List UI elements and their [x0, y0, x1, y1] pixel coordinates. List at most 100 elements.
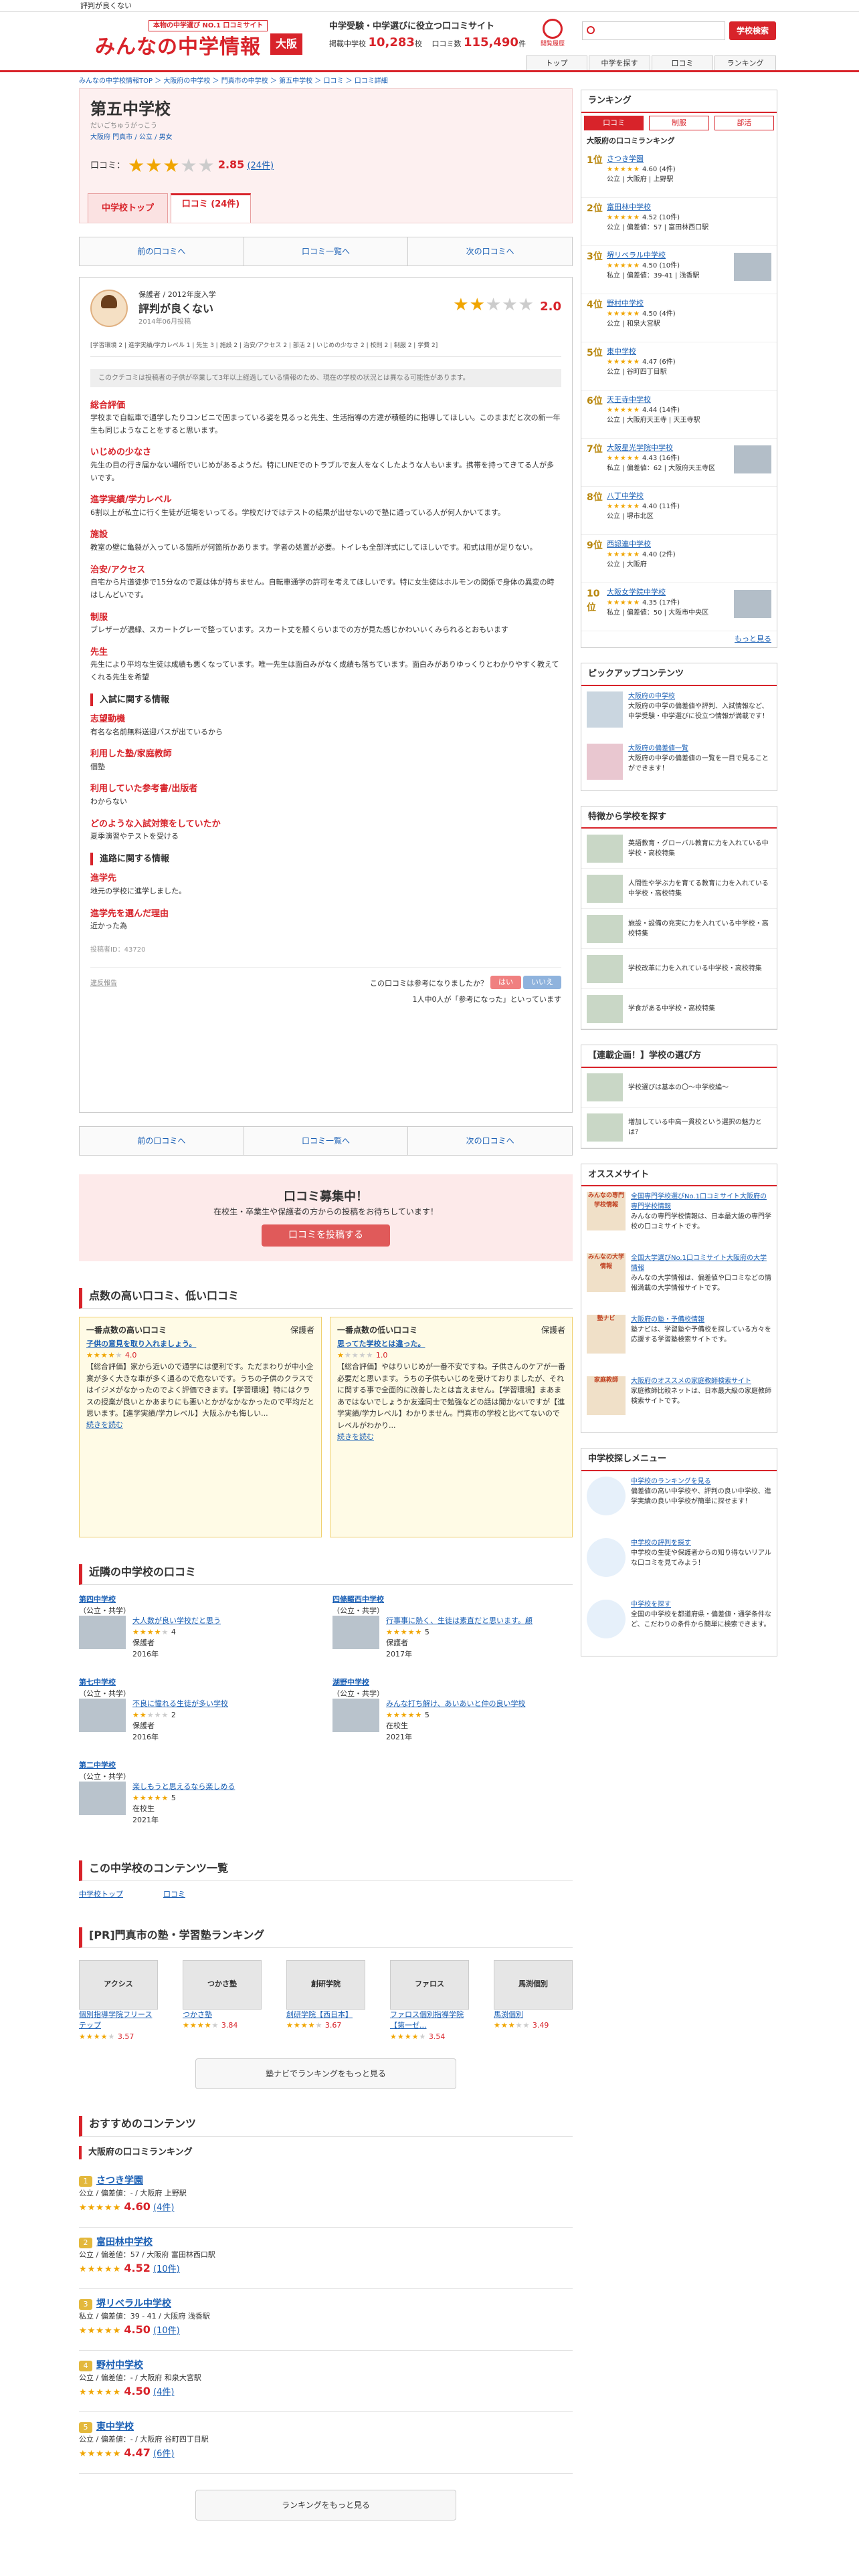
ranking-row: 1 さつき学園 公立 / 偏差値：- / 大阪府 上野駅 ★★★★★ 4.60 (4件…: [79, 2166, 573, 2228]
school-rating: 口コミ： ★★★★★ 2.85 (24件): [90, 154, 274, 177]
school-search-button[interactable]: 学校検索: [729, 21, 776, 40]
tab-ranking-club[interactable]: 部活: [714, 115, 774, 130]
nav-reviews[interactable]: 口コミ: [652, 56, 713, 70]
header-counts: 掲載中学校 10,283校 口コミ数 115,490件: [329, 35, 526, 49]
review-item: 利用した塾/家庭教師 個塾: [90, 749, 172, 771]
history-button[interactable]: 閲覧履歴: [539, 19, 566, 49]
school-photo: [79, 1616, 126, 1649]
section-career: 進路に関する情報: [90, 852, 561, 866]
side-rank-item[interactable]: 10位 大阪女学院中学校 ★★★★★ 4.35 (17件) 私立 | 偏差値：50 |…: [581, 583, 777, 631]
hilo-heading: 点数の高い口コミ、低い口コミ: [79, 1288, 573, 1309]
feature-item[interactable]: 英語教育・グローバル教育に力を入れている中学校・高校特集: [581, 829, 777, 869]
tab-reviews[interactable]: 口コミ (24件): [171, 193, 251, 223]
feature-item[interactable]: 施設・設備の充実に力を入れている中学校・高校特集: [581, 909, 777, 949]
near-heading: 近隣の中学校の口コミ: [79, 1564, 573, 1585]
review-recruit-banner: 口コミ募集中！ 在校生・卒業生や保護者の方からの投稿をお待ちしています！ 口コミ…: [79, 1174, 573, 1261]
side-rank-item[interactable]: 8位 八丁中学校 ★★★★★ 4.40 (11件) 公立 | 堺市北区: [581, 487, 777, 535]
side-rank-item[interactable]: 9位 西認連中学校 ★★★★★ 4.40 (2件) 公立 | 大阪府: [581, 535, 777, 583]
side-rank-item[interactable]: 7位 大阪星光学院中学校 ★★★★★ 4.43 (16件) 私立 | 偏差値：62 |…: [581, 439, 777, 487]
tab-ranking-uniform[interactable]: 制服: [649, 115, 709, 130]
review-item: 制服 ブレザーが濃緑、スカートグレーで整っています。スカート丈を膝くらいまでの方が…: [90, 612, 508, 635]
clock-icon: [543, 19, 563, 39]
review-item: 先生 先生により平均な生徒は成績も悪くなっています。唯一先生は面白みがなく成績も落…: [90, 647, 559, 681]
school-photo: [332, 1616, 379, 1649]
site-item[interactable]: 家庭教師 大阪府のオススメの家庭教師検索サイト 家庭教師比較ネットは、日本最大級の家…: [581, 1371, 777, 1432]
post-review-button[interactable]: 口コミを投稿する: [262, 1224, 390, 1247]
prev-review-button[interactable]: 前の口コミへ: [80, 1127, 244, 1155]
review-item: 利用していた参考書/出版者 わからない: [90, 784, 198, 806]
search-input[interactable]: [582, 21, 725, 40]
review-list-button[interactable]: 口コミ一覧へ: [244, 1127, 409, 1155]
nav-find[interactable]: 中学を探す: [589, 56, 650, 70]
report-link[interactable]: 違反報告: [90, 978, 117, 988]
helpful-count: 1人中0人が「参考になった」といっています: [412, 994, 561, 1004]
site-item[interactable]: みんなの専門学校情報 全国専門学校選びNo.1口コミサイト大阪府の専門学校情報 みん…: [581, 1186, 777, 1248]
menu-item[interactable]: 中学校のランキングを見る 偏差値の高い中学校や、評判の良い中学校、進学実績の良い中…: [581, 1471, 777, 1533]
pickup-item[interactable]: 大阪府の中学校 大阪府の中学の偏差値や評判、入試情報など、中学受験・中学選びに役立…: [581, 686, 777, 738]
review-item: 施設 教室の壁に亀裂が入っている箇所が何箇所かあります。学者の処置が必要。トイレも…: [90, 530, 537, 552]
helpful-no-button[interactable]: いいえ: [523, 975, 561, 990]
near-school-item: 湖野中学校 （公立・共学） みんな打ち解け、あいあいと仲の良い学校 ★★★★★ 5 在校…: [332, 1678, 526, 1741]
pickup-item[interactable]: 大阪府の偏差値一覧 大阪府の中学の偏差値の一覧を一目で見ることができます！: [581, 738, 777, 790]
highest-review-title[interactable]: 子供の意見を取り入れましょう。: [86, 1339, 314, 1350]
recommend-sub: 大阪府の口コミランキング: [79, 2146, 573, 2159]
next-review-button[interactable]: 次の口コミへ: [408, 1127, 572, 1155]
contents-link[interactable]: 口コミ: [163, 1889, 185, 1901]
next-review-button[interactable]: 次の口コミへ: [408, 237, 572, 265]
prev-review-button[interactable]: 前の口コミへ: [80, 237, 244, 265]
side-rank-item[interactable]: 1位 さつき学園 ★★★★★ 4.60 (4件) 公立 | 大阪府 | 上野駅: [581, 150, 777, 198]
side-rank-item[interactable]: 5位 東中学校 ★★★★★ 4.47 (6件) 公立 | 谷町四丁目駅: [581, 342, 777, 391]
feature-item[interactable]: 学校改革に力を入れている中学校・高校特集: [581, 949, 777, 989]
global-nav: トップ 中学を探す 口コミ ランキング: [524, 56, 776, 70]
helpful-yes-button[interactable]: はい: [490, 975, 521, 990]
side-ranking-more-link[interactable]: もっと見る: [735, 635, 771, 643]
review-title: 評判が良くない: [138, 302, 214, 315]
serial-item[interactable]: 増加している中高一貫校という選択の魅力とは？: [581, 1108, 777, 1148]
review-subscores: [学習環境 2 | 進学実績/学力レベル 1 | 先生 3 | 施設 2 | 治…: [90, 342, 561, 357]
juku-more-button[interactable]: 塾ナビでランキングをもっと見る: [195, 2058, 456, 2089]
site-header: 本物の中学選び NO.1 口コミサイト みんなの中学情報 大阪 中学受験・中学選…: [0, 12, 859, 72]
school-photo: [734, 252, 771, 281]
side-rank-item[interactable]: 4位 野村中学校 ★★★★★ 4.50 (4件) 公立 | 和泉大宮駅: [581, 294, 777, 342]
nav-ranking[interactable]: ランキング: [714, 56, 776, 70]
read-more-link[interactable]: 続きを読む: [86, 1420, 123, 1429]
review-date: 2014年06月投稿: [138, 318, 191, 326]
side-rank-item[interactable]: 3位 堺リベラル中学校 ★★★★★ 4.50 (10件) 私立 | 偏差値：39-41…: [581, 246, 777, 294]
helpful-vote: 違反報告 この口コミは参考になりましたか？ はい いいえ 1人中0人が「参考にな…: [90, 966, 561, 1004]
contents-link[interactable]: 中学校トップ: [79, 1889, 123, 1901]
menu-item[interactable]: 中学校を探す 全国の中学校を都道府県・偏差値・通学条件など、こだわりの条件から簡単…: [581, 1594, 777, 1656]
read-more-link[interactable]: 続きを読む: [337, 1432, 374, 1441]
feature-item[interactable]: 学食がある中学校・高校特集: [581, 989, 777, 1029]
review-list-button[interactable]: 口コミ一覧へ: [244, 237, 409, 265]
near-school-item: 第四中学校 （公立・共学） 大人数が良い学校だと思う ★★★★★ 4 保護者 2016年: [79, 1595, 221, 1658]
tab-school-top[interactable]: 中学校トップ: [88, 193, 168, 223]
site-item[interactable]: みんなの大学情報 全国大学選びNo.1口コミサイト大阪府の大学情報 みんなの大学情報…: [581, 1248, 777, 1309]
feature-item[interactable]: 人間性や学ぶ力を育てる教育に力を入れている中学校・高校特集: [581, 869, 777, 909]
tab-ranking-reviews[interactable]: 口コミ: [584, 115, 644, 130]
side-rank-item[interactable]: 2位 富田林中学校 ★★★★★ 4.52 (10件) 公立 | 偏差値：57 | 富田…: [581, 198, 777, 246]
nav-top[interactable]: トップ: [526, 56, 587, 70]
rating-value: 2.85: [217, 158, 245, 171]
lowest-review-title[interactable]: 思ってた学校とは違った。: [337, 1339, 565, 1350]
pickup-box: ピックアップコンテンツ 大阪府の中学校 大阪府の中学の偏差値や評判、入試情報など、…: [581, 663, 777, 791]
school-photo: [79, 1699, 126, 1732]
serial-box: 【連載企画！】学校の選び方 学校選びは基本の〇〜中学校編〜 増加している中高一貫…: [581, 1045, 777, 1149]
school-name: 第五中学校: [90, 100, 171, 118]
serial-item[interactable]: 学校選びは基本の〇〜中学校編〜: [581, 1068, 777, 1108]
juku-item[interactable]: つかさ塾 つかさ塾 ★★★★★ 3.84: [183, 1959, 262, 2043]
juku-item[interactable]: アクシス 個別指導学院フリーステップ ★★★★★ 3.57: [79, 1959, 158, 2043]
juku-item[interactable]: ファロス ファロス個別指導学院【第一ゼ... ★★★★★ 3.54: [390, 1959, 469, 2043]
breadcrumb[interactable]: みんなの中学校情報TOP ＞ 大阪府の中学校 ＞ 門真市の中学校 ＞ 第五中学校…: [79, 72, 573, 88]
menu-item[interactable]: 中学校の評判を探す 中学校の生徒や保護者からの知り得ないリアルな口コミを見てみよう…: [581, 1533, 777, 1594]
ranking-more-button[interactable]: ランキングをもっと見る: [195, 2489, 456, 2520]
site-item[interactable]: 塾ナビ 大阪府の塾・予備校情報 塾ナビは、学習塾や予備校を探している方々を応援する学…: [581, 1309, 777, 1371]
ranking-row: 2 富田林中学校 公立 / 偏差値：57 / 大阪府 富田林西口駅 ★★★★★ 4.5…: [79, 2228, 573, 2289]
side-rank-item[interactable]: 6位 天王寺中学校 ★★★★★ 4.44 (14件) 公立 | 大阪府天王寺 | 天王…: [581, 391, 777, 439]
review-header: 保護者 / 2012年度入学 評判が良くない 2014年06月投稿 ★★★★★ …: [90, 290, 561, 338]
search-icon: [587, 1599, 626, 1638]
site-logo[interactable]: 本物の中学選び NO.1 口コミサイト みんなの中学情報 大阪: [95, 20, 302, 60]
juku-item[interactable]: 創研学院 創研学院【西日本】 ★★★★★ 3.67: [286, 1959, 365, 2043]
review-count-link[interactable]: (24件): [247, 161, 274, 171]
juku-item[interactable]: 馬渕個別 馬渕個別 ★★★★★ 3.49: [494, 1959, 573, 2043]
school-meta[interactable]: 大阪府 門真市 / 公立 / 男女: [90, 132, 561, 142]
